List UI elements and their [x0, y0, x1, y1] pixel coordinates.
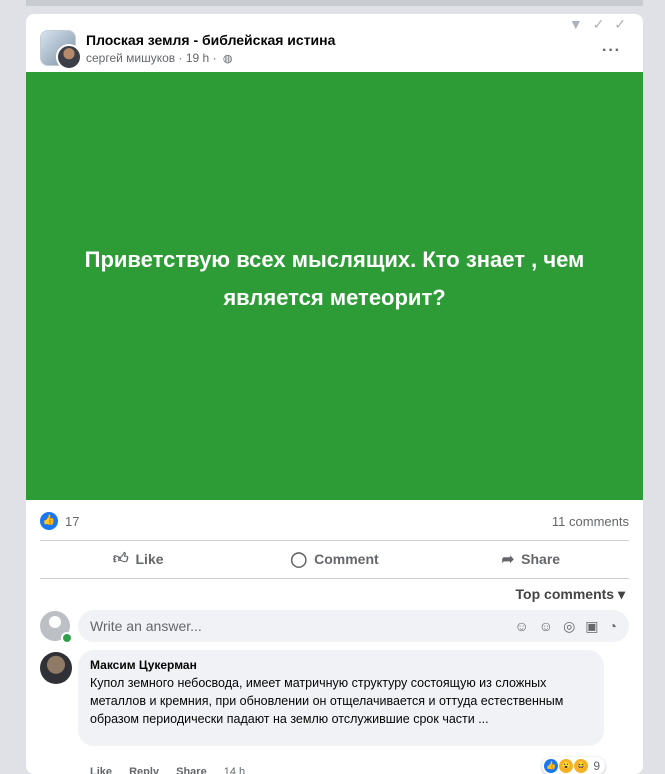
sticker-icon[interactable]: ◔	[609, 618, 617, 635]
comment-item: Максим Цукерман Купол земного небосвода,…	[40, 650, 629, 774]
group-name-link[interactable]: Плоская земля - библейская истина	[86, 32, 335, 48]
share-label: Share	[521, 551, 561, 567]
like-reaction-icon[interactable]: 👍	[40, 512, 58, 530]
comment-reaction-count: 9	[593, 759, 600, 773]
banner-text: Приветствую всех мыслящих. Кто знает , ч…	[84, 247, 585, 310]
comment-button[interactable]: ◯ Comment	[236, 542, 432, 576]
like-button[interactable]: 👍︎ Like	[40, 542, 236, 576]
online-status-icon	[61, 632, 73, 644]
comment-label: Comment	[314, 551, 379, 567]
like-label: Like	[135, 551, 164, 567]
haha-reaction-icon: 😆	[574, 759, 589, 773]
comment-sort-dropdown[interactable]: Top comments ▾	[516, 586, 625, 603]
globe-icon: ◍	[222, 53, 233, 65]
post-banner: Приветствую всех мыслящих. Кто знает , ч…	[26, 72, 643, 500]
post-meta: сергей мишуков · 19 h · ◍	[86, 51, 233, 65]
divider	[40, 540, 629, 541]
share-arrow-icon: ➦	[501, 551, 515, 568]
comment-time[interactable]: 14 h	[224, 766, 245, 774]
thumbs-up-icon: 👍︎	[112, 550, 129, 567]
comment-text: Купол земного небосвода, имеет матричную…	[90, 676, 564, 726]
comment-share-button[interactable]: Share	[176, 766, 207, 774]
divider	[40, 578, 629, 579]
reactions-summary: 👍 17 11 comments	[40, 512, 629, 532]
sort-label: Top comments	[515, 586, 615, 602]
wow-reaction-icon: 😮	[559, 759, 574, 773]
avatar-sticker-icon[interactable]: ☺	[514, 618, 528, 635]
more-options-button[interactable]: ···	[602, 42, 621, 60]
previous-post-edge	[26, 0, 643, 6]
comment-author-link[interactable]: Максим Цукерман	[90, 658, 592, 672]
meta-separator: ·	[178, 51, 183, 65]
comment-reply-button[interactable]: Reply	[129, 766, 159, 774]
gif-icon[interactable]: ▣	[585, 618, 598, 635]
comment-reactions[interactable]: 👍 😮 😆 9	[542, 757, 605, 774]
like-reaction-icon: 👍	[544, 759, 559, 773]
author-name-link[interactable]: сергей мишуков	[86, 51, 175, 65]
post-time-link[interactable]: 19 h	[186, 51, 209, 65]
post-header: Плоская земля - библейская истина сергей…	[40, 26, 600, 70]
meta-separator: ·	[212, 51, 217, 65]
comment-count-link[interactable]: 11 comments	[552, 514, 629, 529]
emoji-icon[interactable]: ☺	[539, 618, 553, 635]
comment-bubble-icon: ◯	[290, 551, 308, 568]
chevron-down-icon: ▾	[617, 586, 625, 602]
author-avatar[interactable]	[56, 44, 82, 70]
like-count[interactable]: 17	[65, 514, 79, 529]
write-comment-row: ☺ ☺ ◎ ▣ ◔	[40, 610, 629, 644]
share-button[interactable]: ➦ Share	[433, 542, 629, 576]
post-actions: 👍︎ Like ◯ Comment ➦ Share	[40, 542, 629, 576]
comment-bubble: Максим Цукерман Купол земного небосвода,…	[78, 650, 604, 746]
commenter-avatar[interactable]	[40, 652, 72, 684]
comment-like-button[interactable]: Like	[90, 766, 112, 774]
post-card: ▼ ✓ ✓ Плоская земля - библейская истина …	[26, 14, 643, 774]
camera-icon[interactable]: ◎	[563, 618, 575, 635]
comment-actions: Like Reply Share 14 h	[90, 766, 259, 774]
comment-tools: ☺ ☺ ◎ ▣ ◔	[514, 618, 617, 635]
